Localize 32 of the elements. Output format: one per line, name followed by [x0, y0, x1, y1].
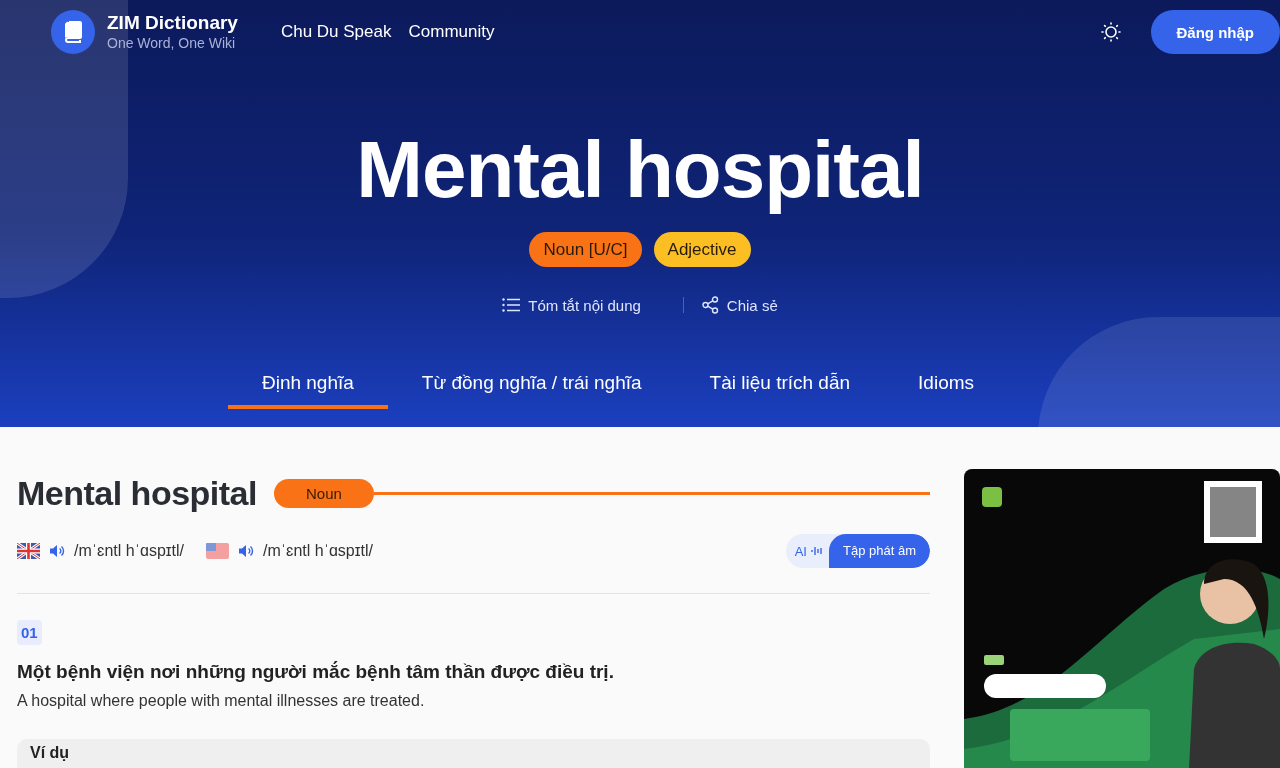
list-icon	[502, 298, 521, 312]
share-icon	[701, 296, 719, 314]
site-title[interactable]: ZIM Dictionary	[107, 12, 238, 34]
share-link[interactable]: Chia sẻ	[726, 296, 778, 314]
uk-flag-icon	[17, 543, 40, 559]
ipa-text: /mˈɛntl hˈɑspɪtl/	[74, 542, 184, 560]
login-button[interactable]: Đăng nhập	[1150, 10, 1280, 54]
section-tab[interactable]: Từ đồng nghĩa / trái nghĩa	[387, 364, 676, 409]
section-tab[interactable]: Idioms	[884, 364, 1009, 409]
us-flag-icon	[205, 543, 229, 559]
section-tab[interactable]: Tài liệu trích dẫn	[675, 364, 885, 409]
nav-link[interactable]: Chu Du Speak	[280, 22, 392, 42]
logo-icon[interactable]	[51, 10, 95, 54]
word-type-tag[interactable]: Adjective	[653, 232, 751, 267]
pronunciation-practice-button[interactable]: AI Tập phát âm	[785, 534, 930, 568]
summary-link[interactable]: Tóm tắt nội dung	[528, 296, 641, 314]
sound-wave-icon	[811, 545, 823, 557]
nav-link[interactable]: Community	[408, 22, 495, 42]
part-of-speech-tag: Noun	[273, 478, 374, 508]
speaker-icon[interactable]	[237, 544, 254, 558]
word-title: Mental hospital	[356, 124, 924, 216]
sense-number: 01	[17, 620, 42, 645]
section-tab[interactable]: Định nghĩa	[227, 364, 388, 409]
definition-vietnamese: Một bệnh viện nơi những người mắc bệnh tâm thần được điều trị.	[17, 661, 615, 683]
speaker-icon[interactable]	[49, 544, 65, 558]
word-type-tag[interactable]: Noun [U/C]	[529, 232, 642, 267]
entry-heading: Mental hospital	[17, 473, 257, 514]
example-heading: Ví dụ	[30, 744, 71, 762]
theme-toggle-icon[interactable]	[1100, 22, 1121, 42]
definition-english: A hospital where people with mental illnesses are treated.	[17, 692, 426, 710]
site-tagline: One Word, One Wiki	[107, 34, 237, 52]
ipa-text: /mˈɛntl hˈɑspɪtl/	[262, 542, 373, 560]
